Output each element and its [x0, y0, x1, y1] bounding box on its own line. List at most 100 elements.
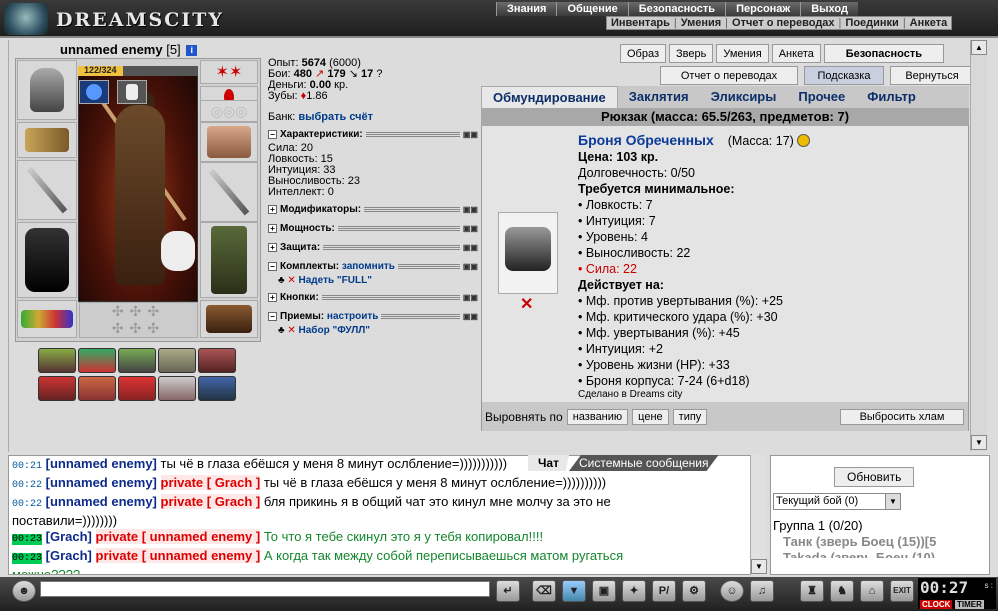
empty-rune-slots[interactable]: ✣✣✣ ✣✣✣	[79, 302, 198, 338]
menu-exit[interactable]: Выход	[800, 2, 858, 16]
skill-icon-4[interactable]	[158, 348, 196, 373]
eraser-icon[interactable]: ⌫	[532, 580, 556, 602]
info-icon[interactable]: i	[186, 45, 198, 56]
choose-account-link[interactable]: выбрать счёт	[298, 111, 373, 123]
back-button[interactable]: Вернуться	[890, 66, 974, 85]
bag-icon[interactable]: ♜	[800, 580, 824, 602]
menu-security[interactable]: Безопасность	[627, 2, 726, 16]
chat-scrollbar[interactable]: ▼	[750, 455, 767, 575]
tab-filter[interactable]: Фильтр	[856, 86, 927, 108]
potion-slot-2[interactable]	[117, 80, 147, 104]
chat-private-target[interactable]: private [ Grach ]	[160, 475, 261, 490]
skills-button[interactable]: Умения	[716, 44, 769, 63]
skill-icon-5[interactable]	[198, 348, 236, 373]
sort-by-price-button[interactable]: цене	[632, 409, 669, 425]
bracers-slot[interactable]	[17, 122, 77, 158]
technique-set-link[interactable]: Набор "ФУЛЛ"	[299, 325, 370, 336]
menu-character[interactable]: Персонаж	[725, 2, 801, 16]
pants-slot[interactable]	[200, 222, 258, 298]
chat-private-target[interactable]: private [ unnamed enemy ]	[95, 529, 261, 544]
send-icon[interactable]: ↵	[496, 580, 520, 602]
gloves-slot[interactable]	[200, 122, 258, 162]
submenu-transfers[interactable]: Отчет о переводах	[728, 17, 839, 29]
skill-icon-7[interactable]	[78, 376, 116, 401]
tab-spells[interactable]: Заклятия	[618, 86, 700, 108]
timer-button[interactable]: TIMER	[955, 600, 984, 609]
weapon-slot-right[interactable]	[200, 162, 258, 222]
refresh-button[interactable]: Обновить	[834, 467, 915, 487]
main-scrollbar[interactable]: ▲ ▼	[970, 40, 987, 451]
item-name[interactable]: Броня Обреченных	[578, 132, 714, 148]
helmet-slot[interactable]	[17, 60, 77, 120]
chat-private-target[interactable]: private [ Grach ]	[160, 494, 261, 509]
modifiers-section[interactable]: + Модификаторы: ▣▣	[268, 204, 478, 215]
image-button[interactable]: Образ	[620, 44, 667, 63]
sort-by-type-button[interactable]: типу	[672, 409, 708, 425]
armor-slot[interactable]	[17, 222, 77, 298]
smiley-head-icon[interactable]: ☻	[12, 580, 36, 602]
char-icon[interactable]: ♞	[830, 580, 854, 602]
item-image[interactable]	[498, 212, 558, 294]
emoji-icon[interactable]: ☺	[720, 580, 744, 602]
group-member[interactable]: Takada (зверь Боец (10)	[773, 550, 988, 558]
skill-icon-10[interactable]	[198, 376, 236, 401]
protection-section[interactable]: + Защита: ▣▣	[268, 242, 478, 253]
clock-button[interactable]: CLOCK	[920, 600, 953, 609]
discard-junk-button[interactable]: Выбросить хлам	[840, 409, 964, 425]
skill-icon-2[interactable]	[78, 348, 116, 373]
skill-icon-8[interactable]	[118, 376, 156, 401]
delete-set-icon[interactable]: ✕	[287, 275, 295, 286]
equip-full-set-link[interactable]: Надеть "FULL"	[299, 275, 372, 286]
remember-set-link[interactable]: запомнить	[342, 261, 395, 272]
skill-icon-1[interactable]	[38, 348, 76, 373]
save-icon[interactable]: ▣	[592, 580, 616, 602]
chat-private-target[interactable]: private [ unnamed enemy ]	[95, 548, 261, 563]
menu-communication[interactable]: Общение	[556, 2, 628, 16]
chat-input[interactable]	[40, 581, 490, 597]
tab-equipment[interactable]: Обмундирование	[481, 86, 618, 108]
hint-button[interactable]: Подсказка	[804, 66, 884, 85]
mute-icon[interactable]: ♫	[750, 580, 774, 602]
chat-scroll-down-icon[interactable]: ▼	[751, 559, 767, 574]
scroll-down-icon[interactable]: ▼	[971, 435, 987, 450]
submenu-skills[interactable]: Умения	[677, 17, 725, 29]
configure-link[interactable]: настроить	[327, 311, 378, 322]
buttons-section[interactable]: + Кнопки: ▣▣	[268, 292, 478, 303]
tab-elixirs[interactable]: Эликсиры	[700, 86, 788, 108]
settings-icon[interactable]: ⚙	[682, 580, 706, 602]
sort-by-name-button[interactable]: названию	[566, 409, 629, 425]
delete-technique-icon[interactable]: ✕	[287, 325, 295, 336]
submenu-fights[interactable]: Поединки	[841, 17, 902, 29]
chat-user[interactable]: [unnamed enemy]	[46, 475, 157, 490]
chat-user[interactable]: [Grach]	[46, 529, 92, 544]
tab-other[interactable]: Прочее	[787, 86, 856, 108]
belt-slot[interactable]	[17, 300, 77, 338]
fight-select[interactable]: Текущий бой (0) ▼	[773, 493, 901, 510]
skill-icon-3[interactable]	[118, 348, 156, 373]
skill-icon-6[interactable]	[38, 376, 76, 401]
beast-button[interactable]: Зверь	[669, 44, 714, 63]
submenu-inventory[interactable]: Инвентарь	[607, 17, 674, 29]
tab-system-messages[interactable]: Системные сообщения	[568, 455, 719, 471]
ring-slots[interactable]: ✶✶	[200, 60, 258, 84]
boots-slot[interactable]	[200, 300, 258, 338]
security-button[interactable]: Безопасность	[823, 44, 944, 63]
exit-icon[interactable]: EXIT	[890, 580, 914, 602]
weapon-slot-left[interactable]	[17, 160, 77, 220]
sets-section[interactable]: − Комплекты: запомнить ▣▣	[268, 261, 478, 272]
characteristics-section[interactable]: − Характеристики: ▣▣	[268, 129, 478, 140]
rings-slot[interactable]: ◎◎◎	[200, 100, 258, 122]
techniques-section[interactable]: − Приемы: настроить ▣▣	[268, 311, 478, 322]
potion-slot-1[interactable]	[79, 80, 109, 104]
door-icon[interactable]: ⌂	[860, 580, 884, 602]
power-section[interactable]: + Мощность: ▣▣	[268, 223, 478, 234]
menu-knowledge[interactable]: Знания	[496, 2, 557, 16]
chat-user[interactable]: [Grach]	[46, 548, 92, 563]
tab-chat[interactable]: Чат	[528, 455, 569, 471]
chat-user[interactable]: [unnamed enemy]	[46, 456, 157, 471]
fighter-icon[interactable]: ✦	[622, 580, 646, 602]
filter-icon[interactable]: ▼	[562, 580, 586, 602]
delete-item-icon[interactable]: ✕	[520, 294, 533, 314]
chat-user[interactable]: [unnamed enemy]	[46, 494, 157, 509]
skill-icon-9[interactable]	[158, 376, 196, 401]
